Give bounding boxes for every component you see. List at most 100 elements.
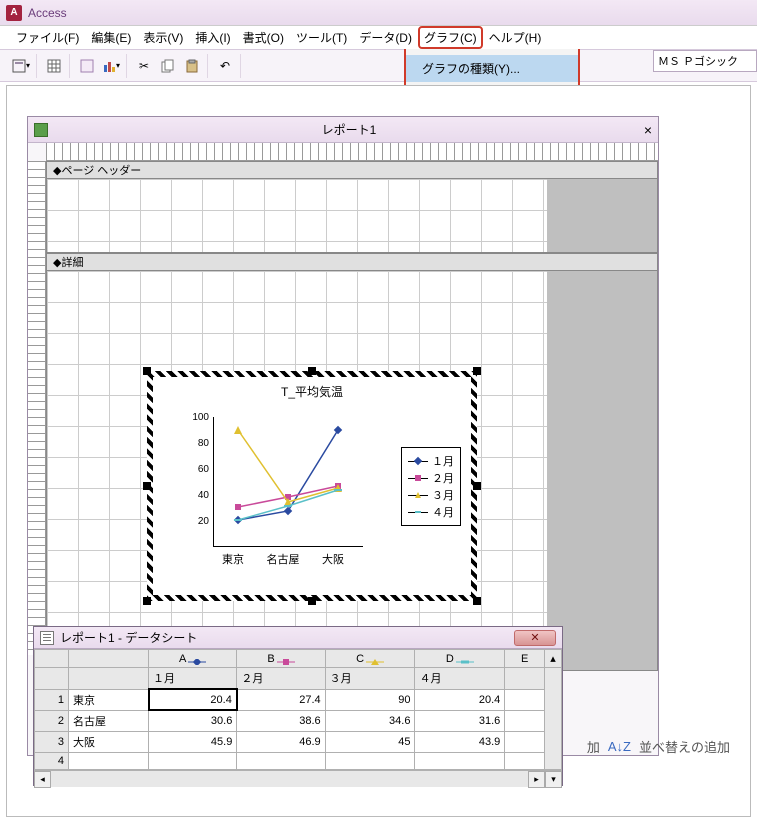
chart-title[interactable]: T_平均気温 bbox=[153, 377, 471, 406]
cell[interactable]: 20.4 bbox=[149, 689, 237, 710]
col-header[interactable]: ２月 bbox=[237, 668, 325, 690]
datasheet-table[interactable]: A B C D E ▴ １月 ２月 ３月 ４月 1 東京 20.4 27.4 bbox=[34, 649, 562, 770]
table-row[interactable]: 4 bbox=[35, 752, 562, 769]
legend-item[interactable]: ４月 bbox=[408, 504, 454, 520]
cell[interactable]: 46.9 bbox=[237, 731, 325, 752]
cell[interactable]: 43.9 bbox=[415, 731, 505, 752]
cell[interactable]: 27.4 bbox=[237, 689, 325, 710]
detail-section[interactable]: T_平均気温 100 80 60 40 20 東京 名古屋 大阪 bbox=[46, 271, 658, 671]
legend-item[interactable]: ３月 bbox=[408, 487, 454, 503]
chart-plot-area[interactable]: 100 80 60 40 20 東京 名古屋 大阪 bbox=[183, 417, 363, 567]
menu-insert[interactable]: 挿入(I) bbox=[189, 26, 236, 49]
resize-handle[interactable] bbox=[143, 597, 151, 605]
menu-edit[interactable]: 編集(E) bbox=[85, 26, 137, 49]
cell[interactable] bbox=[505, 752, 545, 769]
row-number[interactable]: 1 bbox=[35, 689, 69, 710]
resize-handle[interactable] bbox=[143, 482, 151, 490]
menu-view[interactable]: 表示(V) bbox=[137, 26, 189, 49]
col-header[interactable]: ４月 bbox=[415, 668, 505, 690]
font-selector[interactable]: ＭＳ Ｐゴシック bbox=[653, 50, 757, 72]
col-letter[interactable]: E bbox=[505, 650, 545, 668]
menu-data[interactable]: データ(D) bbox=[353, 26, 418, 49]
legend-label: ３月 bbox=[432, 487, 454, 503]
row-label[interactable]: 東京 bbox=[69, 689, 149, 710]
cell[interactable]: 34.6 bbox=[325, 710, 415, 731]
table-row[interactable]: 3 大阪 45.9 46.9 45 43.9 bbox=[35, 731, 562, 752]
datasheet-icon bbox=[40, 631, 54, 645]
vertical-scrollbar[interactable] bbox=[545, 668, 562, 770]
menu-format[interactable]: 書式(O) bbox=[237, 26, 290, 49]
table-row[interactable]: 1 東京 20.4 27.4 90 20.4 bbox=[35, 689, 562, 710]
cell[interactable] bbox=[325, 752, 415, 769]
view-dropdown-button[interactable]: ▾ bbox=[10, 55, 32, 77]
menu-file[interactable]: ファイル(F) bbox=[10, 26, 85, 49]
menu-help[interactable]: ヘルプ(H) bbox=[483, 26, 548, 49]
resize-handle[interactable] bbox=[308, 367, 316, 375]
report-titlebar[interactable]: レポート1 × bbox=[28, 117, 658, 143]
resize-handle[interactable] bbox=[473, 597, 481, 605]
legend-item[interactable]: ２月 bbox=[408, 470, 454, 486]
chart-object[interactable]: T_平均気温 100 80 60 40 20 東京 名古屋 大阪 bbox=[147, 371, 477, 601]
col-letter[interactable]: A bbox=[149, 650, 237, 668]
copy-icon[interactable] bbox=[157, 55, 179, 77]
cell[interactable] bbox=[505, 710, 545, 731]
row-label[interactable]: 大阪 bbox=[69, 731, 149, 752]
cell[interactable]: 38.6 bbox=[237, 710, 325, 731]
cell[interactable]: 90 bbox=[325, 689, 415, 710]
chart-type-icon[interactable]: ▾ bbox=[100, 55, 122, 77]
table-row[interactable]: 2 名古屋 30.6 38.6 34.6 31.6 bbox=[35, 710, 562, 731]
cell[interactable] bbox=[237, 752, 325, 769]
page-header-section[interactable] bbox=[46, 179, 658, 253]
row-label[interactable]: 名古屋 bbox=[69, 710, 149, 731]
cell[interactable]: 30.6 bbox=[149, 710, 237, 731]
menu-graph[interactable]: グラフ(C) bbox=[418, 26, 483, 49]
cell[interactable] bbox=[415, 752, 505, 769]
cell[interactable]: 31.6 bbox=[415, 710, 505, 731]
col-letter[interactable]: B bbox=[237, 650, 325, 668]
scroll-right-button[interactable]: ▸ bbox=[528, 771, 545, 788]
page-header-bar[interactable]: ◆ ページ ヘッダー bbox=[46, 161, 658, 179]
scroll-down-button[interactable]: ▾ bbox=[545, 771, 562, 788]
cell[interactable] bbox=[505, 689, 545, 710]
cell[interactable]: 20.4 bbox=[415, 689, 505, 710]
menu-tools[interactable]: ツール(T) bbox=[290, 26, 353, 49]
scroll-left-button[interactable]: ◂ bbox=[34, 771, 51, 788]
status-sort-label: 並べ替えの追加 bbox=[639, 737, 730, 756]
status-sort-hint[interactable]: 加 A↓Z 並べ替えの追加 bbox=[587, 737, 730, 756]
horizontal-scrollbar[interactable]: ◂ ▸ ▾ bbox=[34, 770, 562, 787]
detail-bar[interactable]: ◆ 詳細 bbox=[46, 253, 658, 271]
vertical-ruler[interactable] bbox=[28, 161, 46, 655]
cell[interactable] bbox=[149, 752, 237, 769]
paste-icon[interactable] bbox=[181, 55, 203, 77]
chart-legend[interactable]: １月 ２月 ３月 ４月 bbox=[401, 447, 461, 526]
table-icon[interactable] bbox=[43, 55, 65, 77]
design-canvas[interactable]: ◆ ページ ヘッダー ◆ 詳細 T_平均気温 bbox=[46, 161, 658, 671]
col-letter[interactable]: D bbox=[415, 650, 505, 668]
row-number[interactable]: 3 bbox=[35, 731, 69, 752]
menu-chart-type[interactable]: グラフの種類(Y)... bbox=[406, 55, 578, 82]
col-header[interactable] bbox=[505, 668, 545, 690]
datasheet-titlebar[interactable]: レポート1 - データシート ✕ bbox=[34, 627, 562, 649]
resize-handle[interactable] bbox=[308, 597, 316, 605]
cut-icon[interactable]: ✂ bbox=[133, 55, 155, 77]
horizontal-ruler[interactable] bbox=[46, 143, 658, 161]
report-close-button[interactable]: × bbox=[644, 122, 652, 138]
chart-area-icon[interactable] bbox=[76, 55, 98, 77]
col-header[interactable]: ３月 bbox=[325, 668, 415, 690]
datasheet-close-button[interactable]: ✕ bbox=[514, 630, 556, 646]
y-tick: 60 bbox=[183, 464, 209, 475]
cell[interactable]: 45 bbox=[325, 731, 415, 752]
scroll-up-button[interactable]: ▴ bbox=[545, 650, 562, 668]
resize-handle[interactable] bbox=[473, 482, 481, 490]
resize-handle[interactable] bbox=[143, 367, 151, 375]
cell[interactable] bbox=[505, 731, 545, 752]
undo-icon[interactable]: ↶ bbox=[214, 55, 236, 77]
row-number[interactable]: 2 bbox=[35, 710, 69, 731]
resize-handle[interactable] bbox=[473, 367, 481, 375]
row-label[interactable] bbox=[69, 752, 149, 769]
col-header[interactable]: １月 bbox=[149, 668, 237, 690]
row-number[interactable]: 4 bbox=[35, 752, 69, 769]
legend-item[interactable]: １月 bbox=[408, 453, 454, 469]
col-letter[interactable]: C bbox=[325, 650, 415, 668]
cell[interactable]: 45.9 bbox=[149, 731, 237, 752]
